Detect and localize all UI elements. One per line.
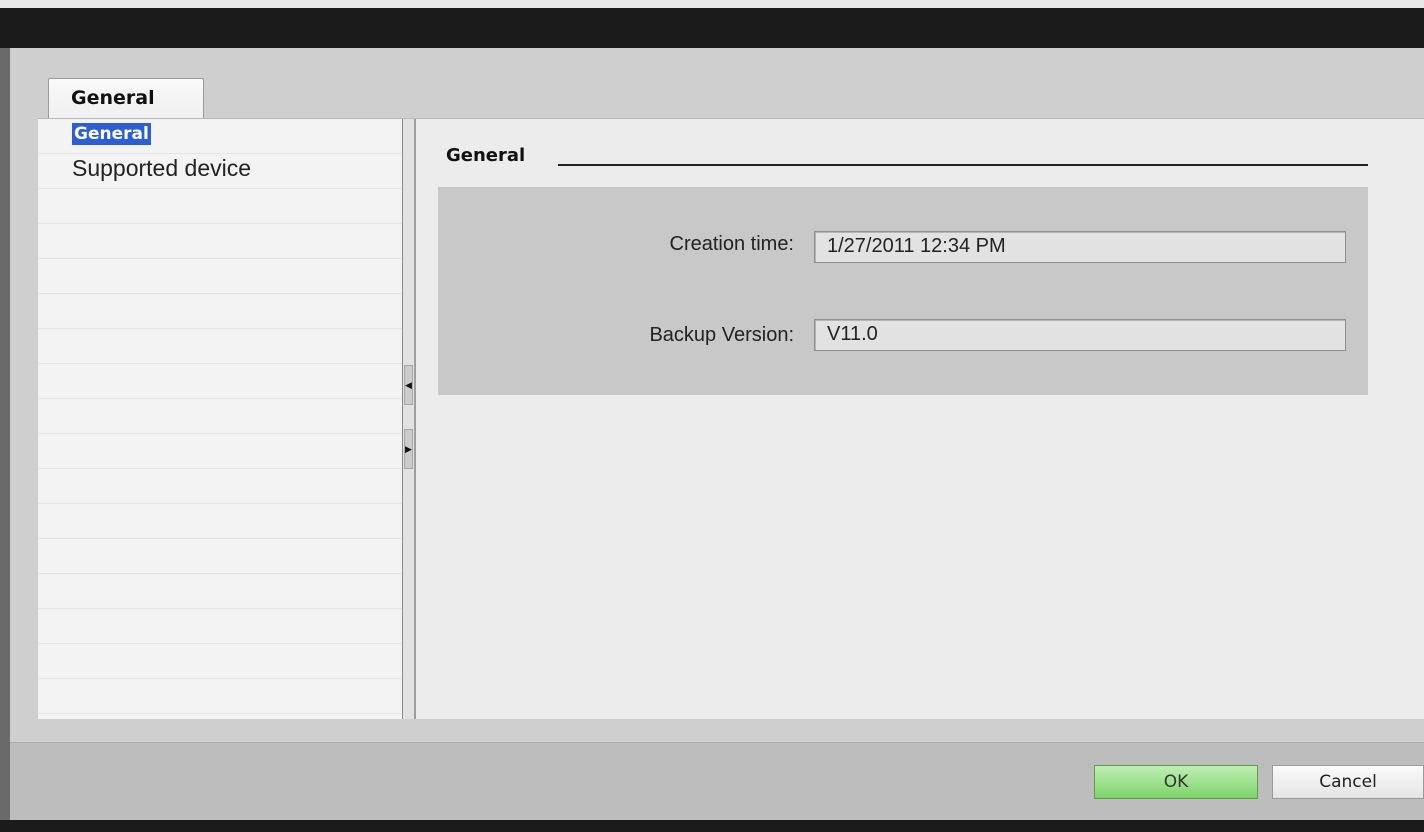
dialog-footer: OK Cancel xyxy=(10,742,1424,824)
arrow-left-icon[interactable]: ◀ xyxy=(404,365,413,405)
properties-area: General Creation time: 1/27/2011 12:34 P… xyxy=(416,119,1424,719)
window-frame-left xyxy=(0,48,10,824)
title-bar-edge xyxy=(0,8,10,48)
navigation-panel: General Supported device xyxy=(38,119,402,719)
panel-splitter[interactable]: ◀ ▶ xyxy=(402,119,416,719)
nav-item-supported-device[interactable]: Supported device xyxy=(72,155,251,182)
arrow-right-icon[interactable]: ▶ xyxy=(404,429,413,469)
creation-time-field[interactable]: 1/27/2011 12:34 PM xyxy=(814,231,1346,263)
nav-item-general[interactable]: General xyxy=(72,123,151,145)
tab-general-label: General xyxy=(71,87,155,109)
general-group: Creation time: 1/27/2011 12:34 PM Backup… xyxy=(438,187,1368,395)
cancel-button[interactable]: Cancel xyxy=(1272,765,1424,799)
section-divider xyxy=(558,164,1368,166)
ok-button[interactable]: OK xyxy=(1094,765,1258,799)
backup-version-label: Backup Version: xyxy=(649,324,794,346)
creation-time-label: Creation time: xyxy=(669,233,795,255)
dialog-content: General Supported device ◀ ▶ General Cre… xyxy=(38,118,1424,719)
properties-dialog: General General Supported device ◀ ▶ Gen… xyxy=(10,48,1424,824)
section-title: General xyxy=(446,145,526,166)
title-bar xyxy=(0,0,1424,48)
bottom-frame xyxy=(0,820,1424,832)
tab-general[interactable]: General xyxy=(48,78,204,120)
backup-version-field[interactable]: V11.0 xyxy=(814,319,1346,351)
